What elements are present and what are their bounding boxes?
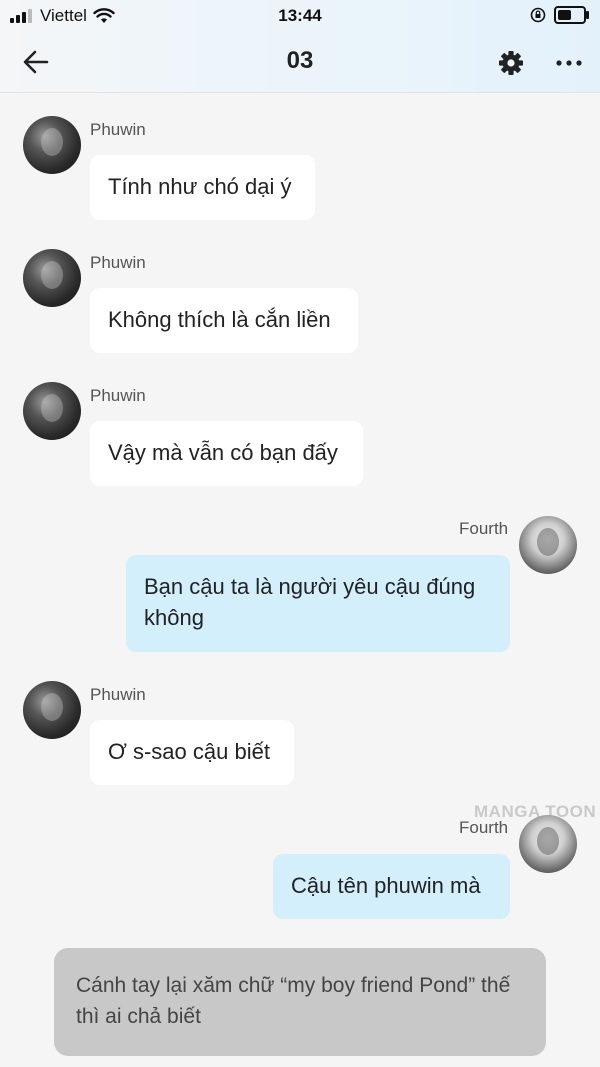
avatar[interactable]	[519, 815, 577, 873]
settings-button[interactable]	[496, 48, 526, 78]
avatar[interactable]	[519, 516, 577, 574]
message-bubble: Ơ s-sao cậu biết	[90, 720, 294, 785]
status-time: 13:44	[278, 6, 322, 25]
chat-header: 03	[0, 32, 600, 93]
message-bubble: Tính như chó dại ý	[90, 155, 315, 220]
avatar[interactable]	[23, 382, 81, 440]
status-right	[530, 6, 589, 24]
sender-name: Phuwin	[90, 253, 146, 272]
arrow-left-icon	[23, 50, 49, 74]
sender-name: Fourth	[459, 519, 509, 538]
rotation-lock-icon	[530, 7, 546, 23]
message-bubble: Cậu tên phuwin mà	[273, 854, 510, 919]
sender-name: Phuwin	[90, 120, 146, 139]
sender-name: Phuwin	[90, 386, 146, 405]
avatar[interactable]	[23, 681, 81, 739]
more-horizontal-icon	[556, 60, 582, 66]
gear-icon	[499, 51, 523, 75]
avatar[interactable]	[23, 116, 81, 174]
message-bubble: Không thích là cắn liền	[90, 288, 358, 353]
sender-name: Fourth	[459, 818, 509, 837]
more-options-button[interactable]	[552, 48, 586, 78]
message-bubble: Bạn cậu ta là người yêu cậu đúng không	[126, 555, 510, 652]
narration-box: Cánh tay lại xăm chữ “my boy friend Pond…	[54, 948, 546, 1056]
battery-icon	[554, 6, 589, 24]
status-bar: Viettel 13:44	[0, 0, 600, 32]
back-button[interactable]	[20, 46, 52, 78]
avatar[interactable]	[23, 249, 81, 307]
sender-name: Phuwin	[90, 685, 146, 704]
message-bubble: Vậy mà vẫn có bạn đấy	[90, 421, 363, 486]
